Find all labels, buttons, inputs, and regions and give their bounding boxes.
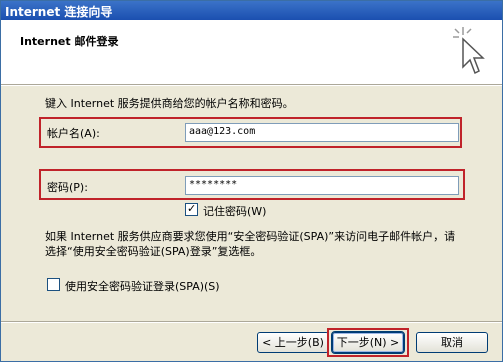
spa-note: 如果 Internet 服务供应商要求您使用“安全密码验证(SPA)”来访问电子… (45, 230, 456, 258)
account-name-input[interactable]: aaa@123.com (185, 123, 459, 142)
remember-password-label[interactable]: 记住密码(W) (203, 203, 266, 219)
spa-checkbox[interactable] (47, 278, 60, 291)
spa-label[interactable]: 使用安全密码验证登录(SPA)(S) (65, 278, 220, 294)
window-title: Internet 连接向导 (5, 5, 113, 19)
next-button[interactable]: 下一步(N) > (331, 331, 405, 354)
cancel-button[interactable]: 取消 (416, 332, 488, 353)
cursor-sparkle-icon (453, 27, 485, 75)
wizard-window: Internet 连接向导 Internet 邮件登录 键入 Internet … (0, 0, 503, 362)
account-label: 帐户名(A): (47, 127, 100, 140)
header-separator (1, 84, 502, 86)
wizard-header: Internet 邮件登录 (1, 20, 502, 84)
remember-password-checkbox[interactable]: ✓ (185, 202, 198, 216)
title-bar[interactable]: Internet 连接向导 (1, 1, 502, 20)
password-input[interactable]: ******** (185, 176, 459, 195)
instruction-text: 键入 Internet 服务提供商给您的帐户名称和密码。 (45, 97, 294, 110)
check-icon: ✓ (187, 202, 197, 215)
password-label: 密码(P): (47, 181, 88, 194)
back-button[interactable]: < 上一步(B) (257, 332, 329, 353)
page-title: Internet 邮件登录 (20, 35, 119, 48)
footer-separator (1, 321, 502, 323)
